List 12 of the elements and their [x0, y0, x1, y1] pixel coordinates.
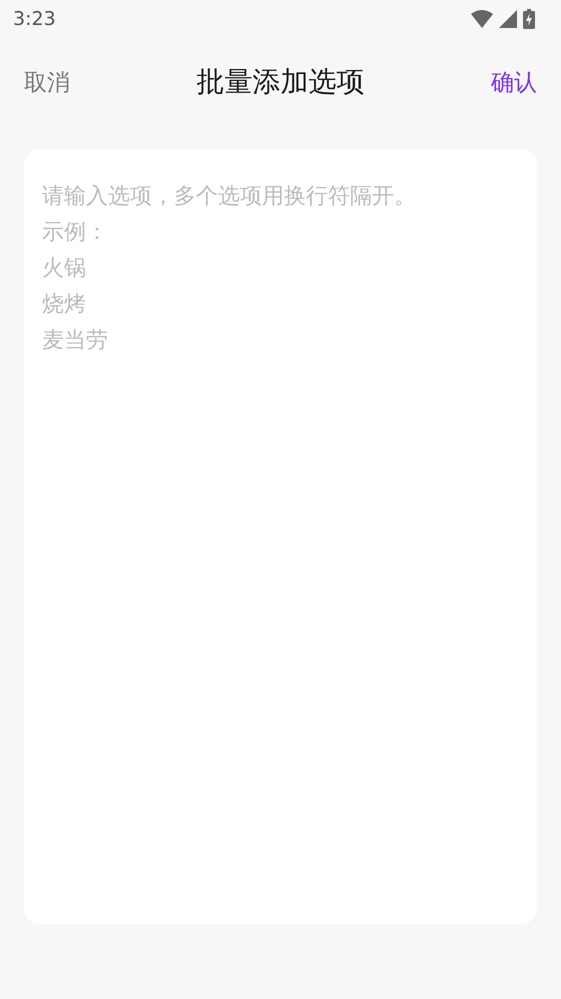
placeholder-text: 烧烤: [42, 291, 86, 319]
confirm-button[interactable]: 确认: [491, 66, 537, 98]
placeholder-text: 火锅: [42, 255, 86, 283]
wifi-icon: [471, 10, 493, 28]
placeholder-text: 示例：: [42, 219, 108, 247]
placeholder-text: 麦当劳: [42, 327, 108, 355]
cancel-button[interactable]: 取消: [24, 66, 70, 98]
battery-charging-icon: [523, 9, 535, 29]
signal-icon: [499, 10, 517, 28]
placeholder-text: 请输入选项，多个选项用换行符隔开。: [42, 183, 416, 211]
status-time: 3:23: [13, 8, 56, 30]
page-title: 批量添加选项: [196, 64, 364, 100]
